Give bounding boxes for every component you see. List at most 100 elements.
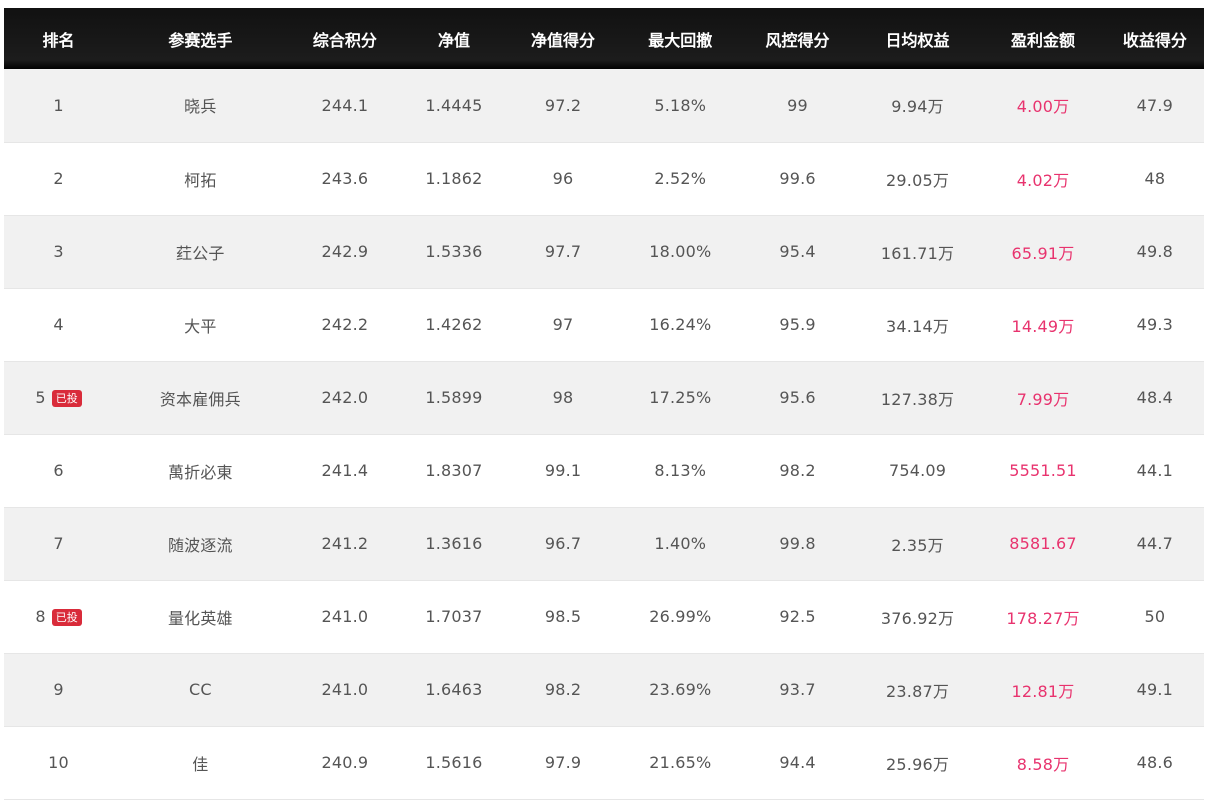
composite-score-cell: 242.9 — [321, 242, 369, 261]
max-drawdown-cell: 2.52% — [654, 169, 707, 188]
header-net-value[interactable]: 净值 — [402, 8, 506, 69]
table-row[interactable]: 8 已投 量化英雄 241.0 1.7037 98.5 26.99% 92.5 376.92万 1… — [4, 580, 1204, 653]
table-row[interactable]: 10 佳 240.9 1.5616 97.9 21.65% 94.4 25.96万 8.58万 4… — [4, 726, 1204, 799]
leaderboard-table: 排名 参赛选手 综合积分 净值 净值得分 最大回撤 风控得分 日均权益 盈利金额… — [4, 8, 1204, 800]
composite-score-cell: 241.2 — [321, 534, 369, 553]
rank-number: 10 — [48, 753, 69, 772]
composite-score-cell: 242.2 — [321, 315, 369, 334]
return-score-cell: 44.7 — [1136, 534, 1174, 553]
table-row[interactable]: 2 柯拓 243.6 1.1862 96 2.52% 99.6 29.05万 4.02万 48 — [4, 142, 1204, 215]
rank-number: 3 — [53, 242, 64, 261]
rank-cell: 1 — [4, 69, 113, 142]
risk-score-cell: 94.4 — [779, 753, 816, 772]
rank-cell: 9 — [4, 653, 113, 726]
max-drawdown-cell: 5.18% — [654, 95, 707, 115]
avg-equity-cell: 29.05万 — [886, 170, 950, 190]
net-value-cell: 1.7037 — [425, 607, 483, 626]
header-composite-score[interactable]: 综合积分 — [288, 8, 403, 69]
rank-cell: 5 已投 — [4, 361, 113, 434]
header-rank[interactable]: 排名 — [4, 8, 113, 69]
invested-badge: 已投 — [51, 609, 82, 626]
rank-cell: 6 — [4, 434, 113, 507]
avg-equity-cell: 23.87万 — [886, 681, 950, 701]
return-score-cell: 48 — [1144, 169, 1166, 188]
profit-cell: 8.58万 — [1016, 754, 1070, 774]
risk-score-cell: 95.6 — [779, 388, 816, 407]
player-name-cell[interactable]: 荭公子 — [113, 215, 288, 288]
avg-equity-cell: 25.96万 — [886, 754, 950, 774]
rank-number: 2 — [53, 169, 64, 188]
rank-number: 7 — [53, 534, 64, 553]
net-value-cell: 1.3616 — [425, 534, 483, 553]
player-name-cell[interactable]: 佳 — [113, 726, 288, 799]
net-value-score-cell: 96 — [552, 169, 574, 188]
table-row[interactable]: 9 CC 241.0 1.6463 98.2 23.69% 93.7 23.87万 12.81万… — [4, 653, 1204, 726]
net-value-cell: 1.6463 — [425, 680, 483, 699]
risk-score-cell: 99 — [787, 95, 808, 115]
header-risk-score[interactable]: 风控得分 — [740, 8, 855, 69]
net-value-score-cell: 98.2 — [544, 680, 582, 699]
header-return-score[interactable]: 收益得分 — [1106, 8, 1204, 69]
rank-number: 1 — [53, 95, 64, 115]
header-profit[interactable]: 盈利金额 — [980, 8, 1105, 69]
net-value-cell: 1.5899 — [425, 388, 483, 407]
rank-number: 4 — [53, 315, 64, 334]
net-value-cell: 1.1862 — [425, 169, 483, 188]
player-name-cell[interactable]: 柯拓 — [113, 142, 288, 215]
avg-equity-cell: 376.92万 — [880, 608, 955, 628]
table-body: 1 晓兵 244.1 1.4445 97.2 5.18% 99 9.94万 4.00万 47.9 2… — [4, 69, 1204, 799]
profit-cell: 4.02万 — [1016, 170, 1070, 190]
return-score-cell: 47.9 — [1136, 95, 1174, 115]
net-value-score-cell: 97 — [552, 315, 574, 334]
net-value-score-cell: 99.1 — [544, 461, 582, 480]
table-row[interactable]: 3 荭公子 242.9 1.5336 97.7 18.00% 95.4 161.71万 65.9… — [4, 215, 1204, 288]
return-score-cell: 44.1 — [1136, 461, 1174, 480]
header-avg-equity[interactable]: 日均权益 — [855, 8, 980, 69]
table-row[interactable]: 1 晓兵 244.1 1.4445 97.2 5.18% 99 9.94万 4.00万 47.9 — [4, 69, 1204, 142]
header-player[interactable]: 参赛选手 — [113, 8, 288, 69]
table-row[interactable]: 6 萬折必東 241.4 1.8307 99.1 8.13% 98.2 754.09 5551.… — [4, 434, 1204, 507]
risk-score-cell: 93.7 — [779, 680, 816, 699]
player-name-cell[interactable]: 随波逐流 — [113, 507, 288, 580]
table-row[interactable]: 5 已投 资本雇佣兵 242.0 1.5899 98 17.25% 95.6 127.38万 7.… — [4, 361, 1204, 434]
profit-cell: 12.81万 — [1011, 681, 1075, 701]
composite-score-cell: 241.4 — [321, 461, 369, 480]
max-drawdown-cell: 21.65% — [649, 753, 712, 772]
avg-equity-cell: 127.38万 — [880, 389, 955, 409]
rank-number: 8 — [35, 607, 46, 626]
rank-number: 5 — [35, 388, 46, 407]
return-score-cell: 48.6 — [1136, 753, 1174, 772]
profit-cell: 7.99万 — [1016, 389, 1070, 409]
rank-cell: 3 — [4, 215, 113, 288]
player-name-cell[interactable]: 萬折必東 — [113, 434, 288, 507]
rank-cell: 7 — [4, 507, 113, 580]
composite-score-cell: 241.0 — [321, 607, 369, 626]
player-name-cell[interactable]: 晓兵 — [113, 69, 288, 142]
max-drawdown-cell: 1.40% — [654, 534, 707, 553]
header-row: 排名 参赛选手 综合积分 净值 净值得分 最大回撤 风控得分 日均权益 盈利金额… — [4, 8, 1204, 69]
table-row[interactable]: 7 随波逐流 241.2 1.3616 96.7 1.40% 99.8 2.35万 8581.6… — [4, 507, 1204, 580]
player-name-cell[interactable]: 量化英雄 — [113, 580, 288, 653]
player-name-cell[interactable]: CC — [113, 653, 288, 726]
avg-equity-cell: 34.14万 — [886, 316, 950, 336]
player-name-cell[interactable]: 大平 — [113, 288, 288, 361]
net-value-score-cell: 96.7 — [544, 534, 582, 553]
header-net-value-score[interactable]: 净值得分 — [506, 8, 621, 69]
net-value-cell: 1.4262 — [425, 315, 483, 334]
composite-score-cell: 242.0 — [321, 388, 369, 407]
net-value-cell: 1.5336 — [425, 242, 483, 261]
net-value-cell: 1.4445 — [425, 95, 483, 115]
max-drawdown-cell: 23.69% — [649, 680, 712, 699]
composite-score-cell: 241.0 — [321, 680, 369, 699]
net-value-score-cell: 97.9 — [544, 753, 582, 772]
net-value-cell: 1.8307 — [425, 461, 483, 480]
net-value-score-cell: 97.7 — [544, 242, 582, 261]
profit-cell: 65.91万 — [1011, 243, 1075, 263]
risk-score-cell: 98.2 — [779, 461, 816, 480]
net-value-score-cell: 98 — [552, 388, 574, 407]
profit-cell: 14.49万 — [1011, 316, 1075, 336]
header-max-drawdown[interactable]: 最大回撤 — [620, 8, 740, 69]
player-name-cell[interactable]: 资本雇佣兵 — [113, 361, 288, 434]
table-row[interactable]: 4 大平 242.2 1.4262 97 16.24% 95.9 34.14万 14.49万 49… — [4, 288, 1204, 361]
return-score-cell: 49.1 — [1136, 680, 1174, 699]
